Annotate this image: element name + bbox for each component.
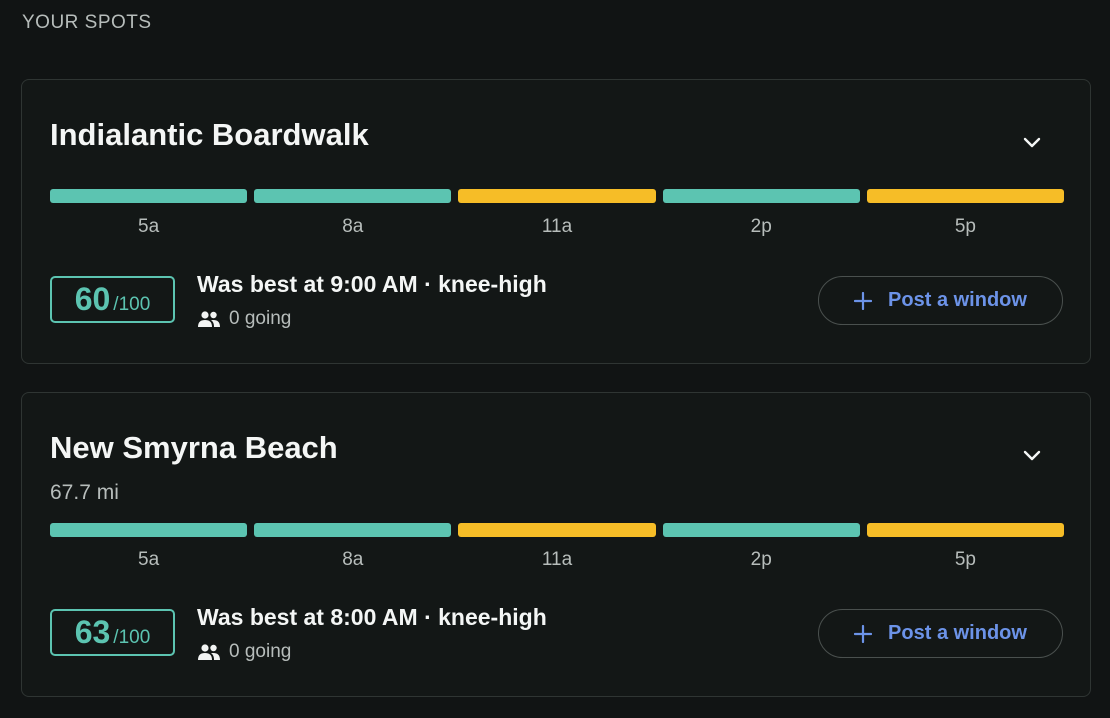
spot-card: Indialantic Boardwalk 5a 8a 11a 2p 5p 60… [21,79,1091,364]
forecast-bars [50,189,1065,203]
spot-name: Indialantic Boardwalk [50,117,369,152]
plus-icon [854,624,873,643]
forecast-bar [254,523,452,537]
time-tick: 5a [138,216,160,237]
time-tick: 8a [342,549,364,570]
post-window-button[interactable]: Post a window [818,276,1063,325]
post-window-button[interactable]: Post a window [818,609,1063,658]
post-window-label: Post a window [888,622,1027,644]
forecast-bar [458,189,656,203]
best-time-text: Was best at 8:00 AM · knee-high [197,604,547,630]
section-title: YOUR SPOTS [22,12,152,33]
forecast-bar [866,523,1065,537]
time-tick: 5p [954,549,976,570]
forecast-bar [254,189,452,203]
forecast-bar [866,189,1065,203]
time-ticks: 5a 8a 11a 2p 5p [50,549,1064,571]
going-count: 0 going [197,641,291,663]
time-tick: 8a [342,216,364,237]
score-badge: 63 /100 [50,609,175,656]
forecast-bar [662,189,860,203]
forecast-bars [50,523,1065,537]
time-tick: 11a [541,549,573,570]
score-value: 60 [74,281,111,317]
plus-icon [854,291,873,310]
post-window-label: Post a window [888,289,1027,311]
time-tick: 2p [750,216,772,237]
forecast-bar [662,523,860,537]
time-tick: 5p [954,216,976,237]
spot-card: New Smyrna Beach 67.7 mi 5a 8a 11a 2p 5p… [21,392,1091,697]
going-label: 0 going [229,308,292,329]
spot-name: New Smyrna Beach [50,430,338,465]
chevron-down-icon[interactable] [1020,443,1044,467]
forecast-bar [50,189,248,203]
score-value: 63 [74,614,111,650]
time-tick: 5a [138,549,160,570]
spots-page: YOUR SPOTS Indialantic Boardwalk 5a 8a 1… [0,0,1110,718]
score-max: /100 [113,627,151,648]
chevron-down-icon[interactable] [1020,130,1044,154]
score-badge: 60 /100 [50,276,175,323]
people-icon [198,644,220,660]
forecast-bar [458,523,656,537]
best-time-text: Was best at 9:00 AM · knee-high [197,271,547,297]
spot-distance: 67.7 mi [50,481,119,504]
time-ticks: 5a 8a 11a 2p 5p [50,216,1064,238]
forecast-bar [50,523,248,537]
score-max: /100 [113,294,151,315]
going-label: 0 going [229,641,292,662]
time-tick: 2p [750,549,772,570]
time-tick: 11a [541,216,573,237]
going-count: 0 going [197,308,291,330]
people-icon [198,311,220,327]
